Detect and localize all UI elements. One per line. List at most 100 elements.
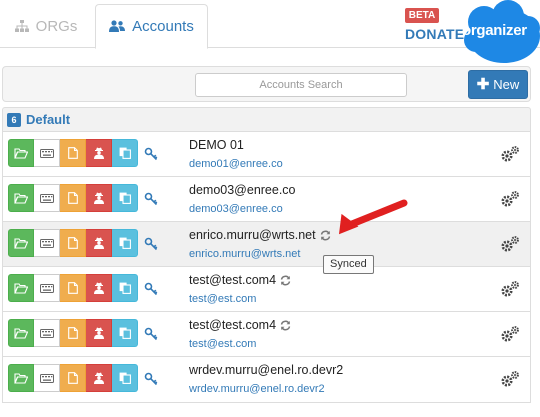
sync-icon[interactable] [280, 275, 291, 286]
annotation-arrow [338, 199, 408, 235]
open-button[interactable] [8, 229, 34, 257]
sitemap-icon [14, 20, 29, 32]
account-actions [8, 229, 138, 257]
user-secret-icon [93, 192, 104, 204]
user-info-button[interactable] [86, 364, 112, 392]
users-icon [109, 20, 126, 32]
settings-gear-icon[interactable] [500, 280, 520, 298]
user-info-button[interactable] [86, 139, 112, 167]
account-username[interactable]: enrico.murru@wrts.net [189, 248, 300, 260]
login-as-button[interactable] [34, 139, 60, 167]
login-as-button[interactable] [34, 274, 60, 302]
login-as-button[interactable] [34, 319, 60, 347]
folder-open-icon [14, 327, 28, 339]
account-actions [8, 319, 138, 347]
key-icon[interactable] [144, 192, 158, 206]
account-username[interactable]: test@est.com [189, 293, 256, 305]
copy-button[interactable] [112, 229, 138, 257]
document-button[interactable] [60, 319, 86, 347]
synced-tooltip: Synced [323, 255, 374, 274]
copy-button[interactable] [112, 184, 138, 212]
account-actions [8, 364, 138, 392]
account-name: test@test.com4 [189, 273, 291, 287]
copy-button[interactable] [112, 319, 138, 347]
keyboard-icon [39, 238, 54, 248]
plus-icon: ✚ [476, 76, 490, 93]
folder-open-icon [14, 147, 28, 159]
user-info-button[interactable] [86, 184, 112, 212]
account-row: demo03@enree.co demo03@enree.co [3, 177, 530, 222]
group-header[interactable]: 6 Default [2, 107, 531, 132]
tab-orgs[interactable]: ORGs [0, 4, 92, 49]
account-username[interactable]: test@est.com [189, 338, 256, 350]
open-button[interactable] [8, 184, 34, 212]
key-icon[interactable] [144, 282, 158, 296]
open-button[interactable] [8, 364, 34, 392]
open-button[interactable] [8, 274, 34, 302]
account-name-text: enrico.murru@wrts.net [189, 228, 316, 242]
copy-icon [119, 372, 131, 384]
file-icon [67, 147, 78, 159]
file-icon [67, 282, 78, 294]
open-button[interactable] [8, 139, 34, 167]
login-as-button[interactable] [34, 184, 60, 212]
copy-icon [119, 147, 131, 159]
account-username[interactable]: demo01@enree.co [189, 158, 283, 170]
document-button[interactable] [60, 364, 86, 392]
copy-button[interactable] [112, 139, 138, 167]
document-button[interactable] [60, 229, 86, 257]
settings-gear-icon[interactable] [500, 370, 520, 388]
tab-accounts-label: Accounts [132, 18, 194, 35]
key-icon[interactable] [144, 147, 158, 161]
user-secret-icon [93, 372, 104, 384]
copy-button[interactable] [112, 274, 138, 302]
account-name: enrico.murru@wrts.net [189, 228, 331, 242]
keyboard-icon [39, 283, 54, 293]
settings-gear-icon[interactable] [500, 145, 520, 163]
user-info-button[interactable] [86, 274, 112, 302]
account-name: DEMO 01 [189, 138, 244, 152]
copy-icon [119, 237, 131, 249]
new-button-label: New [493, 77, 520, 92]
user-secret-icon [93, 282, 104, 294]
file-icon [67, 237, 78, 249]
copy-icon [119, 282, 131, 294]
document-button[interactable] [60, 139, 86, 167]
account-name: wrdev.murru@enel.ro.devr2 [189, 363, 343, 377]
settings-gear-icon[interactable] [500, 325, 520, 343]
file-icon [67, 192, 78, 204]
tab-orgs-label: ORGs [35, 18, 78, 35]
settings-gear-icon[interactable] [500, 235, 520, 253]
user-info-button[interactable] [86, 319, 112, 347]
account-row: test@test.com4 test@est.com [3, 312, 530, 357]
account-list: DEMO 01 demo01@enree.co demo03@enree.co … [2, 132, 531, 403]
folder-open-icon [14, 282, 28, 294]
account-username[interactable]: wrdev.murru@enel.ro.devr2 [189, 383, 325, 395]
account-actions [8, 274, 138, 302]
tab-accounts[interactable]: Accounts [95, 4, 208, 49]
accounts-search-input[interactable] [195, 73, 407, 97]
sync-icon[interactable] [320, 230, 331, 241]
account-actions [8, 139, 138, 167]
document-button[interactable] [60, 184, 86, 212]
open-button[interactable] [8, 319, 34, 347]
login-as-button[interactable] [34, 229, 60, 257]
account-row: test@test.com4 test@est.com [3, 267, 530, 312]
account-actions [8, 184, 138, 212]
account-name-text: wrdev.murru@enel.ro.devr2 [189, 363, 344, 377]
key-icon[interactable] [144, 237, 158, 251]
key-icon[interactable] [144, 372, 158, 386]
donate-link[interactable]: DONATE [405, 26, 464, 42]
sync-icon[interactable] [280, 320, 291, 331]
user-info-button[interactable] [86, 229, 112, 257]
key-icon[interactable] [144, 327, 158, 341]
user-secret-icon [93, 237, 104, 249]
settings-gear-icon[interactable] [500, 190, 520, 208]
account-name: demo03@enree.co [189, 183, 296, 197]
account-name-text: test@test.com4 [189, 318, 277, 332]
document-button[interactable] [60, 274, 86, 302]
account-username[interactable]: demo03@enree.co [189, 203, 283, 215]
new-account-button[interactable]: ✚ New [468, 70, 528, 99]
copy-button[interactable] [112, 364, 138, 392]
login-as-button[interactable] [34, 364, 60, 392]
